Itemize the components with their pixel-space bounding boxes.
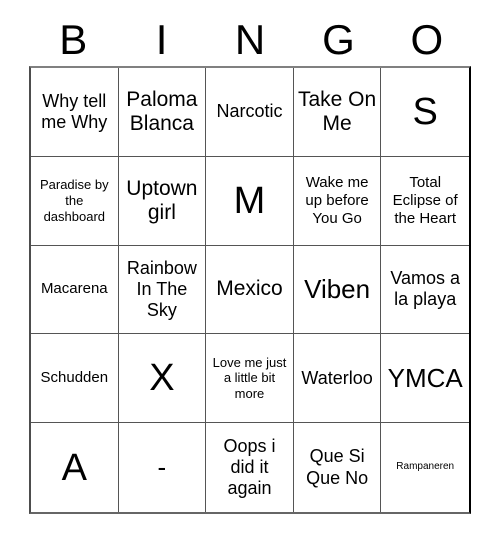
bingo-cell-r1c2[interactable]: Paloma Blanca bbox=[118, 68, 207, 157]
bingo-cell-label: Total Eclipse of the Heart bbox=[392, 173, 458, 227]
bingo-header-letter-b: B bbox=[59, 16, 88, 63]
bingo-cell-label: Oops i did it again bbox=[223, 435, 276, 499]
bingo-cell-r2c3[interactable]: M bbox=[206, 156, 294, 246]
bingo-cell-r5c3[interactable]: Oops i did it again bbox=[206, 423, 294, 512]
bingo-cell-r5c1[interactable]: A bbox=[31, 423, 119, 512]
bingo-cell-r5c2[interactable]: - bbox=[118, 423, 207, 512]
bingo-cell-r1c5[interactable]: S bbox=[381, 68, 469, 157]
bingo-header-letter-i: I bbox=[155, 16, 168, 63]
bingo-cell-r3c2[interactable]: Rainbow In The Sky bbox=[118, 245, 207, 335]
bingo-cell-label: X bbox=[149, 357, 175, 400]
bingo-header: BINGO bbox=[29, 14, 471, 66]
bingo-cell-r3c1[interactable]: Macarena bbox=[31, 245, 119, 335]
bingo-cell-label: Paradise by the dashboard bbox=[39, 176, 109, 224]
bingo-cell-r5c4[interactable]: Que Si Que No bbox=[293, 423, 382, 512]
bingo-cell-label: Paloma Blanca bbox=[126, 87, 198, 135]
bingo-cell-label: Mexico bbox=[216, 277, 283, 301]
bingo-cell-label: Viben bbox=[304, 274, 371, 305]
bingo-cell-r3c5[interactable]: Vamos a la playa bbox=[381, 245, 469, 335]
bingo-cell-label: Waterloo bbox=[301, 367, 373, 388]
bingo-cell-label: Uptown girl bbox=[126, 176, 198, 224]
bingo-cell-label: Why tell me Why bbox=[41, 90, 108, 132]
bingo-cell-label: Love me just a little bit more bbox=[212, 354, 287, 402]
bingo-cell-r4c3[interactable]: Love me just a little bit more bbox=[206, 334, 294, 424]
bingo-header-letter-g: G bbox=[322, 16, 355, 63]
bingo-card: B I N G O Why tell me Why Paloma Blanca Narcot… bbox=[0, 0, 500, 544]
bingo-cell-r2c1[interactable]: Paradise by the dashboard bbox=[31, 156, 119, 246]
bingo-header-letter-n: N bbox=[234, 16, 266, 63]
bingo-cell-label: Rampaneren bbox=[396, 461, 455, 473]
bingo-grid: Why tell me Why Paloma Blanca Narcotic Take… bbox=[29, 66, 471, 514]
bingo-cell-label: M bbox=[233, 179, 266, 222]
bingo-cell-r4c4[interactable]: Waterloo bbox=[293, 334, 382, 424]
bingo-cell-r1c1[interactable]: Why tell me Why bbox=[31, 68, 119, 157]
bingo-cell-r2c4[interactable]: Wake me up before You Go bbox=[293, 156, 382, 246]
bingo-cell-label: - bbox=[157, 452, 167, 483]
bingo-cell-label: Take On Me bbox=[297, 87, 377, 135]
bingo-cell-r1c4[interactable]: Take On Me bbox=[293, 68, 382, 157]
bingo-cell-r5c5[interactable]: Rampaneren bbox=[381, 423, 469, 512]
bingo-cell-r2c2[interactable]: Uptown girl bbox=[118, 156, 207, 246]
bingo-cell-r2c5[interactable]: Total Eclipse of the Heart bbox=[381, 156, 469, 246]
bingo-cell-label: Macarena bbox=[40, 280, 108, 298]
bingo-cell-r3c4[interactable]: Viben bbox=[293, 245, 382, 335]
bingo-cell-label: Rainbow In The Sky bbox=[126, 257, 197, 321]
bingo-cell-label: YMCA bbox=[387, 362, 463, 393]
bingo-cell-label: Narcotic bbox=[216, 101, 283, 122]
bingo-cell-label: Que Si Que No bbox=[306, 446, 369, 488]
bingo-header-letter-o: O bbox=[410, 16, 444, 63]
bingo-cell-label: Schudden bbox=[40, 369, 109, 387]
bingo-cell-label: S bbox=[412, 90, 438, 133]
bingo-cell-r1c3[interactable]: Narcotic bbox=[206, 68, 294, 157]
bingo-cell-r4c2[interactable]: X bbox=[118, 334, 207, 424]
bingo-cell-r4c5[interactable]: YMCA bbox=[381, 334, 469, 424]
bingo-cell-r3c3[interactable]: Mexico bbox=[206, 245, 294, 335]
bingo-cell-label: Vamos a la playa bbox=[390, 268, 461, 310]
bingo-cell-r4c1[interactable]: Schudden bbox=[31, 334, 119, 424]
bingo-cell-label: A bbox=[61, 446, 87, 489]
bingo-cell-label: Wake me up before You Go bbox=[305, 173, 369, 227]
